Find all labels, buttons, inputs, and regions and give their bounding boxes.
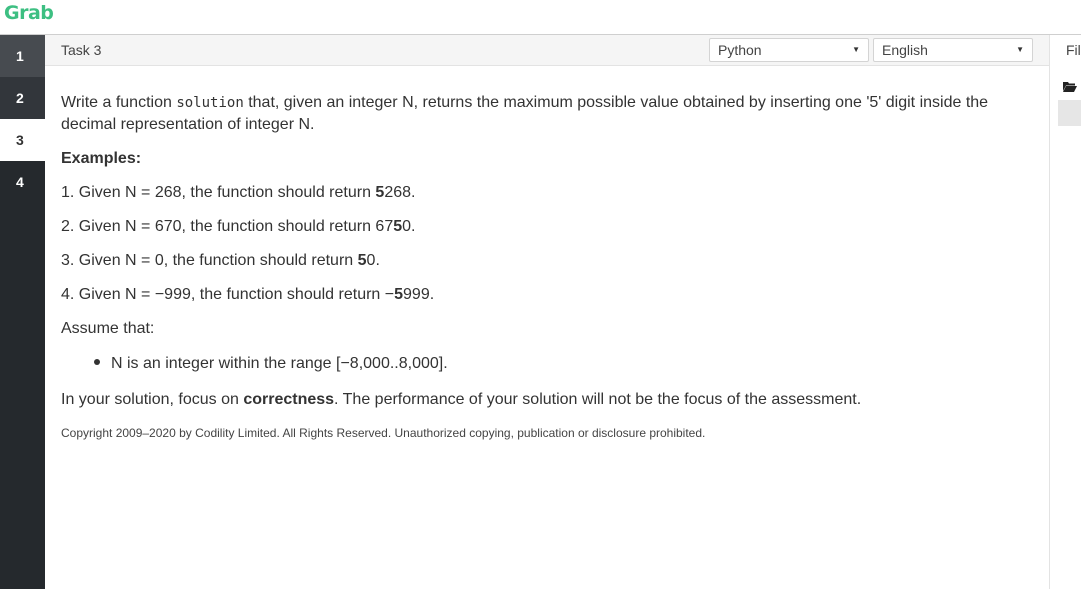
task-tab-3[interactable]: 3	[0, 119, 45, 161]
example-4: 4. Given N = −999, the function should r…	[61, 286, 434, 304]
files-panel-label: Files	[1066, 42, 1081, 58]
task-tab-1[interactable]: 1	[0, 35, 45, 77]
task-title: Task 3	[61, 42, 102, 58]
assumption-text: N is an integer within the range [−8,000…	[111, 355, 448, 372]
inserted-digit: 5	[357, 252, 367, 269]
example-2: 2. Given N = 670, the function should re…	[61, 218, 415, 236]
example-text: 2. Given N = 670, the function should re…	[61, 218, 376, 235]
example-digits: 0	[402, 218, 412, 235]
assume-heading: Assume that:	[61, 320, 155, 337]
example-digits: 268	[384, 184, 412, 201]
example-text: 4. Given N = −999, the function should r…	[61, 286, 395, 303]
inserted-digit: 5	[394, 286, 404, 303]
example-text: 3. Given N = 0, the function should retu…	[61, 252, 358, 269]
function-name-code: solution	[176, 95, 244, 111]
file-row[interactable]	[1058, 100, 1081, 126]
task-header: Task 3 Python ▼ English ▼	[45, 35, 1049, 66]
human-language-select[interactable]: English ▼	[873, 38, 1033, 62]
programming-language-value: Python	[718, 42, 762, 58]
example-period: .	[411, 184, 416, 201]
intro-text-before: Write a function	[61, 94, 177, 111]
example-1: 1. Given N = 268, the function should re…	[61, 184, 415, 202]
example-period: .	[375, 252, 380, 269]
inserted-digit: 5	[375, 184, 385, 201]
example-digits: 999	[403, 286, 430, 303]
caret-down-icon: ▼	[1016, 45, 1024, 54]
focus-text: . The performance of your solution will …	[334, 391, 862, 408]
example-text: 1. Given N = 268, the function should re…	[61, 184, 376, 201]
caret-down-icon: ▼	[852, 45, 860, 54]
inserted-digit: 5	[393, 218, 403, 235]
task-sidebar: 1 2 3 4	[0, 35, 45, 589]
top-bar: Grab	[0, 0, 1081, 35]
examples-heading: Examples:	[61, 150, 142, 167]
example-3: 3. Given N = 0, the function should retu…	[61, 252, 380, 270]
assumption-item: N is an integer within the range [−8,000…	[94, 355, 448, 373]
task-tab-2[interactable]: 2	[0, 77, 45, 119]
focus-note: In your solution, focus on correctness. …	[61, 391, 861, 409]
example-period: .	[411, 218, 416, 235]
focus-text: In your solution, focus on	[61, 391, 244, 408]
human-language-value: English	[882, 42, 928, 58]
folder-open-icon[interactable]	[1063, 81, 1077, 92]
bullet-icon	[94, 358, 100, 365]
focus-emphasis: correctness	[243, 391, 335, 408]
task-tab-4[interactable]: 4	[0, 161, 45, 203]
grab-logo: Grab	[4, 2, 54, 24]
files-panel: Files	[1050, 35, 1081, 589]
programming-language-select[interactable]: Python ▼	[709, 38, 869, 62]
example-digits: 67	[375, 218, 394, 235]
problem-intro: Write a function solution that, given an…	[61, 92, 1021, 136]
example-period: .	[429, 286, 435, 303]
copyright-notice: Copyright 2009–2020 by Codility Limited.…	[61, 426, 706, 440]
